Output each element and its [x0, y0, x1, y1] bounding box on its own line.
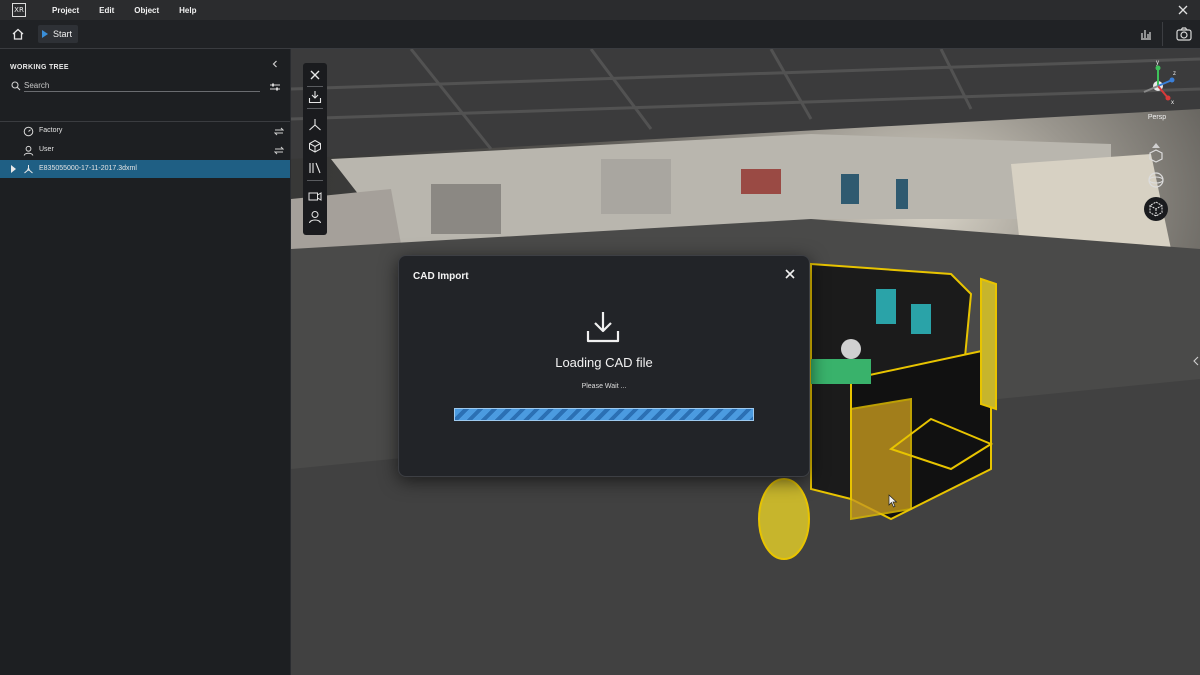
menu-object[interactable]: Object — [134, 6, 159, 15]
working-tree-panel: WORKING TREE Factory User — [0, 49, 291, 675]
search-input[interactable] — [24, 80, 260, 92]
app-logo: XR — [12, 3, 26, 17]
gizmo-axis-x: x — [1171, 100, 1174, 106]
axes-icon[interactable] — [308, 118, 322, 132]
viewport-tool-strip — [303, 63, 327, 235]
mouse-cursor-icon — [888, 494, 898, 508]
filter-settings-icon[interactable] — [269, 82, 281, 92]
dialog-close-icon[interactable] — [783, 267, 797, 281]
menu-project[interactable]: Project — [52, 6, 79, 15]
swap-icon[interactable] — [274, 127, 284, 136]
tool-separator — [307, 180, 323, 181]
tree-item-label: User — [39, 146, 54, 153]
view-cube-icon[interactable] — [1143, 140, 1169, 166]
gizmo-axis-z: z — [1173, 71, 1176, 77]
cad-import-dialog: CAD Import Loading CAD file Please Wait … — [398, 255, 810, 477]
wait-message: Please Wait ... — [581, 383, 627, 390]
assembly-icon — [24, 165, 33, 174]
view-mode-label[interactable]: Persp — [1140, 114, 1174, 121]
gizmo-axis-y: y — [1156, 60, 1159, 66]
loading-message: Loading CAD file — [555, 355, 653, 370]
camera-icon[interactable] — [308, 189, 322, 203]
home-icon[interactable] — [8, 25, 28, 43]
toolbar-separator — [1162, 22, 1163, 46]
tool-separator — [307, 108, 323, 109]
expand-arrow-icon[interactable] — [11, 165, 16, 173]
fit-view-icon[interactable] — [1143, 196, 1169, 222]
library-icon[interactable] — [308, 161, 322, 175]
progress-bar — [454, 408, 754, 421]
import-icon[interactable] — [308, 90, 322, 104]
cube-icon[interactable] — [308, 139, 322, 153]
tree-item-label: Factory — [39, 127, 63, 134]
search-icon — [11, 81, 21, 91]
user-icon[interactable] — [308, 210, 322, 224]
close-icon[interactable] — [308, 68, 322, 82]
tree-item-factory[interactable]: Factory — [0, 122, 290, 140]
collapse-panel-icon[interactable] — [270, 59, 280, 69]
play-icon — [42, 30, 48, 38]
dialog-title: CAD Import — [413, 271, 469, 282]
start-button[interactable]: Start — [38, 25, 79, 43]
statistics-icon[interactable] — [1136, 24, 1156, 44]
download-icon — [586, 312, 620, 343]
toolbar: Start — [0, 20, 1200, 49]
expand-right-panel-icon[interactable] — [1192, 356, 1200, 366]
start-label: Start — [53, 29, 73, 39]
swap-icon[interactable] — [274, 146, 284, 155]
orbit-icon[interactable] — [1143, 167, 1169, 193]
menu-help[interactable]: Help — [179, 6, 196, 15]
user-icon — [23, 145, 34, 156]
screenshot-camera-icon[interactable] — [1174, 24, 1194, 44]
tree-item-cad-model[interactable]: E835055000-17-11-2017.3dxml — [0, 160, 290, 178]
menu-edit[interactable]: Edit — [99, 6, 114, 15]
orientation-gizmo[interactable]: y z x — [1138, 58, 1178, 108]
tool-separator — [307, 86, 323, 87]
panel-title: WORKING TREE — [10, 64, 69, 71]
tree-item-label: E835055000-17-11-2017.3dxml — [39, 165, 137, 172]
gauge-icon — [23, 126, 34, 137]
tree-item-user[interactable]: User — [0, 141, 290, 159]
progress-fill — [455, 409, 753, 420]
menu-bar: XR Project Edit Object Help — [0, 0, 1200, 20]
window-close-icon[interactable] — [1176, 3, 1190, 17]
